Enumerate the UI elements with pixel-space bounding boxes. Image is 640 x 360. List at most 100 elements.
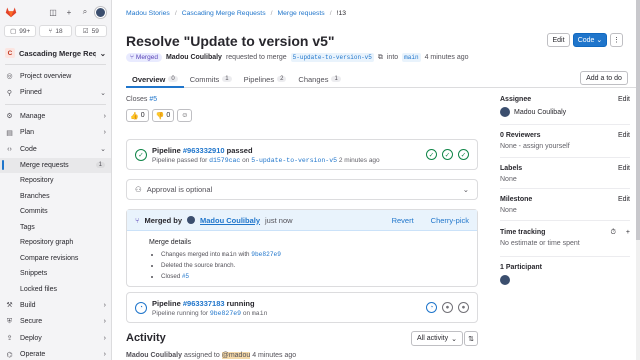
chevron-right-icon: › [103, 129, 106, 137]
merged-by-user[interactable]: Madou Coulibaly [200, 216, 260, 225]
source-branch[interactable]: 5-update-to-version-v5 [290, 53, 374, 62]
plus-icon[interactable]: + [63, 6, 75, 18]
add-reaction-button[interactable]: ☺ [177, 109, 193, 122]
chevron-down-icon: ⌄ [100, 146, 106, 154]
participant-avatar[interactable] [500, 275, 510, 285]
revert-button[interactable]: Revert [392, 216, 414, 225]
sidebar-item-plan[interactable]: ▤ Plan › [0, 125, 111, 142]
branch-link[interactable]: 5-update-to-version-v5 [251, 157, 337, 164]
sidebar-item-secure[interactable]: ⛨ Secure › [0, 314, 111, 331]
add-todo-button[interactable]: Add a to do [580, 71, 628, 85]
stopwatch-icon[interactable]: ⏱ [611, 229, 616, 237]
pipeline-link[interactable]: #963337183 [183, 299, 225, 308]
sidebar-item-commits[interactable]: Commits [0, 204, 111, 220]
milestone-edit-button[interactable]: Edit [618, 196, 630, 203]
build-icon: ⚒ [6, 302, 13, 310]
stage-pending-icon[interactable]: ● [458, 302, 469, 313]
sidebar-item-code[interactable]: ‹› Code ⌄ [0, 141, 111, 158]
chevron-down-icon: ⌄ [451, 335, 457, 343]
user-avatar[interactable] [95, 6, 106, 18]
scrollbar-thumb[interactable] [636, 0, 640, 240]
list-item: Deleted the source branch. [161, 260, 477, 271]
search-icon[interactable]: ⌕ [79, 6, 91, 18]
sidebar-toggle-icon[interactable]: ◫ [47, 6, 59, 18]
sidebar-divider [5, 64, 106, 65]
closes-issue-link[interactable]: #5 [149, 96, 157, 103]
author-name[interactable]: Madou Coulibaly [166, 54, 222, 61]
sidebar-item-compare-revisions[interactable]: Compare revisions [0, 251, 111, 267]
breadcrumb-item[interactable]: Merge requests [277, 10, 324, 17]
activity-heading: Activity [126, 332, 166, 344]
breadcrumb-item[interactable]: Cascading Merge Requests [182, 10, 266, 17]
chevron-right-icon: › [103, 351, 106, 359]
sort-order-button[interactable]: ⇅ [464, 331, 478, 346]
stage-success-icon[interactable]: ✓ [426, 149, 437, 160]
sidebar-item-repository-graph[interactable]: Repository graph [0, 235, 111, 251]
labels-edit-button[interactable]: Edit [618, 165, 630, 172]
thumbs-down-button[interactable]: 👎 0 [151, 109, 175, 122]
reviewers-edit-button[interactable]: Edit [618, 132, 630, 139]
sidebar-item-build[interactable]: ⚒ Build › [0, 297, 111, 314]
todos-count-button[interactable]: ☑ 59 [74, 25, 107, 37]
overview-icon: ◎ [6, 73, 13, 81]
breadcrumb-item[interactable]: Madou Stories [126, 10, 170, 17]
status-success-icon[interactable]: ✓ [135, 148, 147, 161]
labels-section: Labels Edit None [500, 165, 630, 183]
project-switcher[interactable]: C Cascading Merge Requ... ⌄ [0, 45, 111, 61]
scrollbar[interactable] [636, 0, 640, 360]
sidebar-item-branches[interactable]: Branches [0, 189, 111, 205]
sidebar-item-locked-files[interactable]: Locked files [0, 282, 111, 298]
more-actions-button[interactable]: ⋮ [610, 33, 623, 47]
closed-issue-link[interactable]: #5 [182, 273, 189, 280]
pin-icon: ⚲ [6, 89, 13, 97]
tab-pipelines[interactable]: Pipelines 2 [238, 70, 293, 88]
sort-icon: ⇅ [468, 335, 474, 343]
secure-icon: ⛨ [6, 317, 13, 325]
gitlab-logo-icon[interactable] [5, 6, 17, 18]
stage-success-icon[interactable]: ✓ [442, 149, 453, 160]
chevron-right-icon: › [103, 112, 106, 120]
sidebar-item-tags[interactable]: Tags [0, 220, 111, 236]
plus-icon[interactable]: + [626, 229, 630, 236]
assignee-name[interactable]: Madou Coulibaly [514, 109, 566, 116]
stage-pending-icon[interactable]: ● [442, 302, 453, 313]
status-running-icon[interactable]: ◔ [135, 301, 147, 314]
issues-count-button[interactable]: ▢ 99+ [4, 25, 37, 37]
target-branch[interactable]: main [402, 53, 421, 62]
sidebar-item-snippets[interactable]: Snippets [0, 266, 111, 282]
copy-icon[interactable]: ⧉ [378, 54, 383, 62]
commit-link[interactable]: 9be827e9 [210, 310, 241, 317]
breadcrumb-item[interactable]: !13 [337, 10, 346, 17]
pipeline-link[interactable]: #963332910 [183, 146, 225, 155]
sidebar-item-merge-requests[interactable]: Merge requests 1 [0, 157, 111, 173]
chevron-down-icon: ⌄ [100, 89, 106, 97]
cherry-pick-button[interactable]: Cherry-pick [431, 216, 469, 225]
stage-running-icon[interactable]: ◔ [426, 302, 437, 313]
sidebar-item-repository[interactable]: Repository [0, 173, 111, 189]
sidebar-divider [5, 104, 106, 105]
tab-changes[interactable]: Changes 1 [292, 70, 346, 88]
list-item: Changes merged into main with 9be827e9 [161, 249, 477, 260]
list-item: Closed #5 [161, 271, 477, 282]
code-dropdown-button[interactable]: Code ⌄ [573, 33, 607, 47]
commit-link[interactable]: d1579cac [209, 157, 240, 164]
assignee-edit-button[interactable]: Edit [618, 96, 630, 103]
sidebar-item-project-overview[interactable]: ◎ Project overview [0, 68, 111, 85]
tab-overview[interactable]: Overview 0 [126, 70, 184, 88]
chevron-down-icon[interactable]: ⌄ [463, 185, 469, 194]
merge-requests-count-button[interactable]: ⑂ 18 [39, 25, 72, 37]
tab-commits[interactable]: Commits 1 [184, 70, 238, 88]
sidebar-item-deploy[interactable]: ⇪ Deploy › [0, 330, 111, 347]
stage-success-icon[interactable]: ✓ [458, 149, 469, 160]
sidebar-item-manage[interactable]: ⚙ Manage › [0, 108, 111, 125]
thumbs-up-button[interactable]: 👍 0 [126, 109, 149, 122]
pipeline-running-widget: ◔ Pipeline #963337183 running Pipeline r… [126, 292, 478, 323]
commit-link[interactable]: 9be827e9 [251, 251, 281, 258]
approval-icon: ⚇ [135, 185, 142, 194]
sidebar-item-pinned[interactable]: ⚲ Pinned ⌄ [0, 85, 111, 102]
user-avatar [187, 216, 196, 224]
participants-section: 1 Participant [500, 264, 630, 285]
sidebar-item-operate[interactable]: ⌬ Operate › [0, 347, 111, 360]
edit-button[interactable]: Edit [547, 33, 570, 47]
activity-filter-dropdown[interactable]: All activity ⌄ [411, 331, 463, 346]
